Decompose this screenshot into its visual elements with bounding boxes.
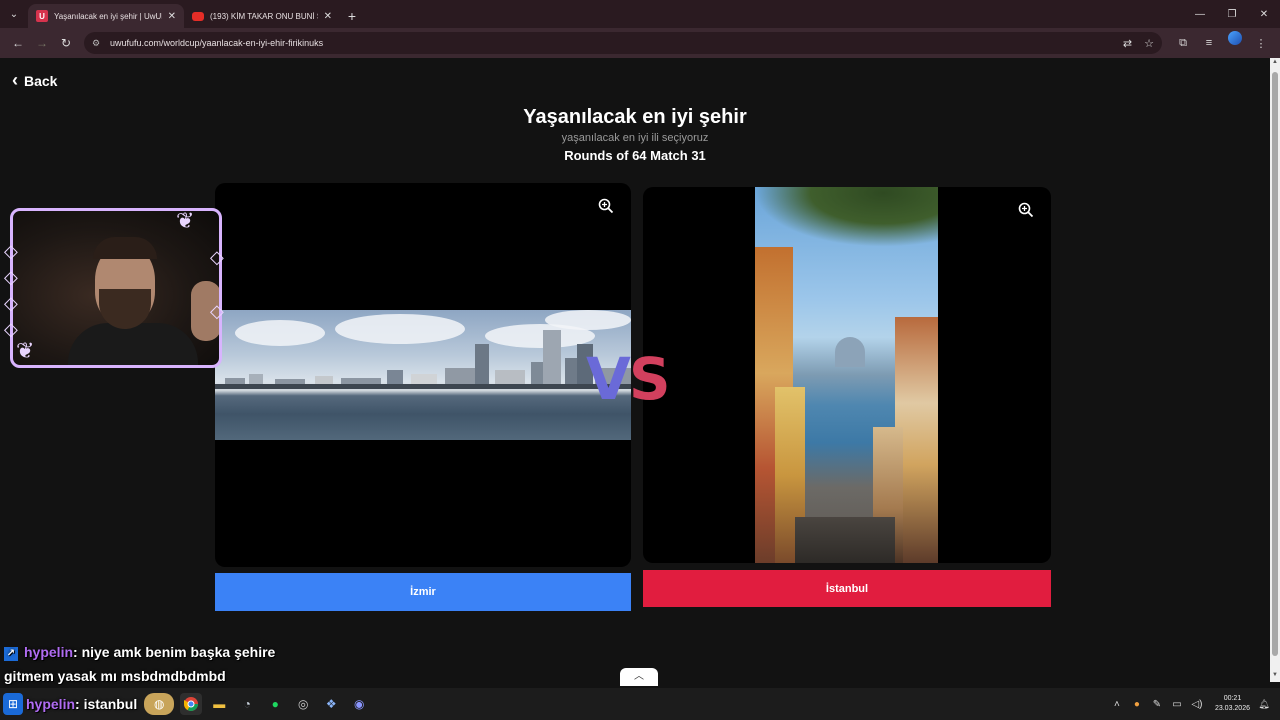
tab-strip: ⌄ U Yaşanılacak en iyi şehir | UwUFUFU ✕… xyxy=(0,0,1280,28)
bookmark-star-icon[interactable]: ☆ xyxy=(1144,37,1154,50)
translate-icon[interactable]: ⇄ xyxy=(1123,37,1132,50)
window-controls: — ❐ ✕ xyxy=(1184,0,1280,28)
minimize-icon[interactable]: — xyxy=(1184,0,1216,28)
notification-bell-icon[interactable]: 🔔︎ xyxy=(1256,699,1272,710)
diamond-decoration-icon: ◇ xyxy=(210,247,224,267)
restore-icon[interactable]: ❐ xyxy=(1216,0,1248,28)
tab-title: (193) KİM TAKAR ONU BUNİ ŞAKA xyxy=(210,11,318,21)
chat-username: hypelin xyxy=(26,696,76,712)
chat-message: gitmem yasak mı msbdmdbdmbd xyxy=(4,668,226,684)
address-bar[interactable]: ⚙ uwufufu.com/worldcup/yaanlacak-en-iyi-… xyxy=(84,32,1162,54)
scroll-down-icon[interactable]: ▼ xyxy=(1271,672,1279,680)
chat-badge-icon: ↗ xyxy=(4,647,18,661)
streamer-hair xyxy=(93,237,157,259)
swirl-decoration-icon: ❦ xyxy=(16,338,35,363)
clock-date: 23.03.2026 xyxy=(1214,705,1250,712)
media-controls-icon[interactable]: ≡ xyxy=(1196,31,1222,55)
taskbar: ⊞ hypelin: istanbul ◍ ▬ ◔ ● ◎ ❖ ◉ ˄ ● ✎ … xyxy=(0,688,1280,720)
diamond-decoration-icon: ◇ xyxy=(4,319,18,339)
chat-text: gitmem yasak mı msbdmdbdmbd xyxy=(4,668,226,684)
round-info: Rounds of 64 Match 31 xyxy=(564,148,706,163)
discord-icon[interactable]: ◉ xyxy=(348,693,370,715)
swirl-decoration-icon: ❦ xyxy=(176,208,195,233)
back-button[interactable]: ‹ Back xyxy=(12,70,57,91)
choose-istanbul-button[interactable]: İstanbul xyxy=(643,570,1051,607)
chevron-left-icon: ‹ xyxy=(12,70,18,90)
site-info-icon[interactable]: ⚙ xyxy=(92,38,104,49)
page-content: ‹ Back Yaşanılacak en iyi şehir yaşanıla… xyxy=(0,58,1270,682)
reload-icon[interactable]: ↻ xyxy=(54,31,78,55)
new-tab-button[interactable]: + xyxy=(340,4,364,28)
system-tray: ˄ ● ✎ ▭ ◁) 00:21 23.03.2026 🔔︎ xyxy=(1107,688,1280,720)
left-choice-card[interactable] xyxy=(215,183,631,567)
steam-icon[interactable]: ◔ xyxy=(236,693,258,715)
close-tab-icon[interactable]: ✕ xyxy=(168,11,176,22)
chat-message: hypelin: istanbul xyxy=(26,696,137,712)
forward-arrow-icon[interactable]: → xyxy=(30,31,54,55)
diamond-decoration-icon: ◇ xyxy=(4,293,18,313)
chat-username: hypelin xyxy=(24,644,74,660)
tab-title: Yaşanılacak en iyi şehir | UwUFUFU xyxy=(54,11,162,21)
microphone-icon[interactable]: ● xyxy=(1127,699,1147,710)
choose-izmir-button[interactable]: İzmir xyxy=(215,573,631,611)
back-label: Back xyxy=(24,72,58,89)
menu-dots-icon[interactable]: ⋮ xyxy=(1248,31,1274,55)
scroll-up-icon[interactable]: ▲ xyxy=(1271,59,1279,67)
zoom-in-icon[interactable] xyxy=(1017,201,1035,219)
zoom-in-icon[interactable] xyxy=(597,197,615,215)
diamond-decoration-icon: ◇ xyxy=(210,301,224,321)
uwufufu-favicon-icon: U xyxy=(36,10,48,22)
pen-icon[interactable]: ✎ xyxy=(1147,699,1167,710)
profile-avatar[interactable] xyxy=(1228,31,1242,45)
istanbul-image xyxy=(755,187,938,563)
obs-icon[interactable]: ◎ xyxy=(292,693,314,715)
extensions-icon[interactable]: ⧉ xyxy=(1170,31,1196,55)
back-arrow-icon[interactable]: ← xyxy=(6,31,30,55)
spotify-icon[interactable]: ● xyxy=(264,693,286,715)
diamond-decoration-icon: ◇ xyxy=(4,267,18,287)
collapse-chevron-up-icon[interactable]: ︿ xyxy=(620,668,658,686)
scrollbar-thumb[interactable] xyxy=(1272,72,1278,656)
streamer-body xyxy=(68,323,198,365)
chrome-icon[interactable] xyxy=(180,693,203,715)
volume-icon[interactable]: ◁) xyxy=(1187,699,1207,710)
tab-youtube[interactable]: (193) KİM TAKAR ONU BUNİ ŞAKA ✕ xyxy=(184,4,340,28)
close-window-icon[interactable]: ✕ xyxy=(1248,0,1280,28)
app-icon[interactable]: ❖ xyxy=(320,693,342,715)
page-title: Yaşanılacak en iyi şehir xyxy=(523,106,747,128)
diamond-decoration-icon: ◇ xyxy=(4,241,18,261)
youtube-favicon-icon xyxy=(192,11,204,21)
chat-text: : niye amk benim başka şehire xyxy=(73,644,276,660)
page-subtitle: yaşanılacak en iyi ili seçiyoruz xyxy=(561,132,709,144)
vs-label: VS xyxy=(586,345,671,413)
url-text: uwufufu.com/worldcup/yaanlacak-en-iyi-eh… xyxy=(110,38,324,48)
burger-emote-icon: ◍ xyxy=(144,693,175,715)
chat-message: ↗ hypelin: niye amk benim başka şehire xyxy=(4,644,275,661)
start-icon[interactable]: ⊞ xyxy=(3,693,23,715)
clock[interactable]: 00:21 23.03.2026 xyxy=(1215,694,1250,714)
vs-v: V xyxy=(586,345,631,413)
display-icon[interactable]: ▭ xyxy=(1167,699,1187,710)
right-choice-card[interactable] xyxy=(643,187,1051,563)
tab-search-icon[interactable]: ⌄ xyxy=(0,0,28,28)
browser-toolbar: ← → ↻ ⚙ uwufufu.com/worldcup/yaanlacak-e… xyxy=(0,28,1280,58)
chat-text: : istanbul xyxy=(75,696,138,712)
file-explorer-icon[interactable]: ▬ xyxy=(208,693,230,715)
close-tab-icon[interactable]: ✕ xyxy=(324,11,332,22)
vs-s: S xyxy=(628,345,671,413)
izmir-image xyxy=(215,310,631,440)
clock-time: 00:21 xyxy=(1223,695,1242,702)
tab-uwufufu[interactable]: U Yaşanılacak en iyi şehir | UwUFUFU ✕ xyxy=(28,4,184,28)
chevron-up-icon[interactable]: ˄ xyxy=(1107,699,1127,710)
